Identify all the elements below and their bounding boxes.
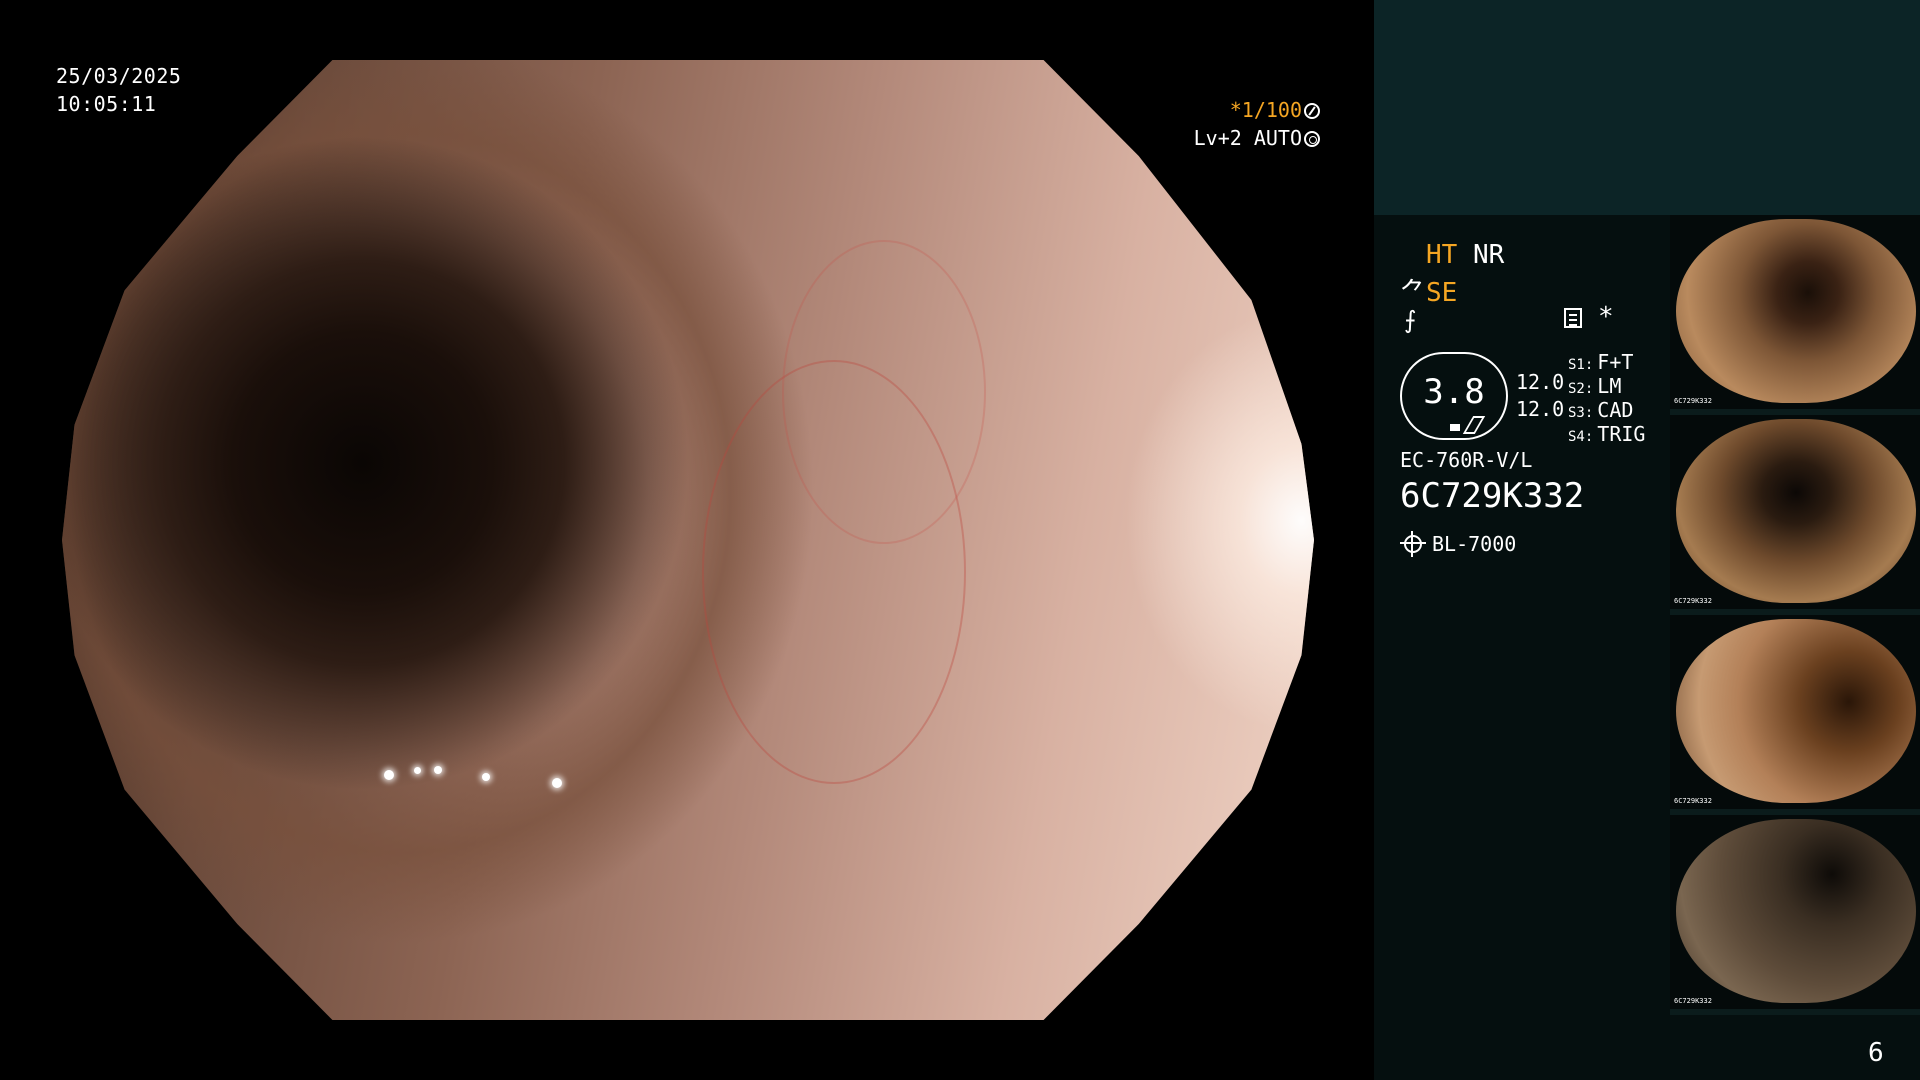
thumbnail[interactable]: 6C729K332 [1670,615,1920,815]
mode-ht-nr: HT NR [1426,240,1504,270]
thumbnail-label: 6C729K332 [1674,997,1712,1005]
scope-model: EC-760R-V/L [1400,448,1533,472]
timestamp: 25/03/2025 10:05:11 [56,62,181,118]
light-source-label: BL-7000 [1432,532,1517,556]
thumbnail-label: 6C729K332 [1674,797,1712,805]
captured-images: 6C729K332 6C729K332 6C729K332 6C729K332 [1670,215,1920,1015]
s-key: S3: [1568,405,1594,421]
date-text: 25/03/2025 [56,64,182,88]
thumbnail-image [1676,619,1916,803]
se-icon: ⺈ [1400,278,1427,308]
value-a: 12.0 [1516,370,1565,394]
light-icon [1400,531,1426,557]
page-number: 6 [1868,1038,1884,1068]
panel-header-area [1374,0,1920,215]
s-value: TRIG [1597,422,1646,446]
thumbnail[interactable]: 6C729K332 [1670,215,1920,415]
s-button-2: S2: LM [1568,374,1621,398]
zoom-gauge: 3.8 [1400,352,1508,440]
shutter-prefix: * [1229,98,1242,122]
focus-icon: ⨍ [1404,306,1417,334]
mode-se-label: SE [1426,278,1458,308]
iris-mode: AUTO [1253,126,1302,150]
s-key: S1: [1568,357,1594,373]
mode-ht: HT [1426,240,1458,270]
time-text: 10:05:11 [56,92,157,116]
menu-icon [1564,308,1582,328]
s-button-1: S1: F+T [1568,350,1633,374]
s-key: S4: [1568,429,1594,445]
endoscope-viewport: 25/03/2025 10:05:11 *1/100 Lv+2 AUTO [0,0,1374,1080]
scope-serial: 6C729K332 [1400,476,1585,516]
thumbnail-image [1676,219,1916,403]
asterisk-indicator: * [1598,302,1614,332]
thumbnail[interactable]: 6C729K332 [1670,815,1920,1015]
brightness-level: Lv+2 [1193,126,1242,150]
light-reflection [434,766,442,774]
shutter-row: *1/100 [1160,96,1320,124]
thumbnail-image [1676,819,1916,1003]
vessel-pattern [782,240,986,544]
tool-icon [1462,416,1486,434]
gauge-value: 3.8 [1423,372,1485,412]
light-reflection [384,770,394,780]
shutter-icon [1304,103,1320,119]
gauge-mark-icon [1450,424,1460,431]
light-source: BL-7000 [1400,531,1517,557]
thumbnail-label: 6C729K332 [1674,397,1712,405]
s-value: F+T [1597,350,1634,374]
exposure-status: *1/100 Lv+2 AUTO [1160,96,1320,152]
light-reflection [552,778,562,788]
s-value: LM [1597,374,1622,398]
thumbnail-label: 6C729K332 [1674,597,1712,605]
light-reflection [414,767,421,774]
s-key: S2: [1568,381,1594,397]
s-button-4: S4: TRIG [1568,422,1645,446]
iris-icon [1304,131,1320,147]
light-reflection [482,773,490,781]
s-button-3: S3: CAD [1568,398,1633,422]
mode-nr: NR [1472,240,1505,270]
endoscope-image [62,60,1314,1020]
value-b: 12.0 [1516,397,1565,421]
thumbnail[interactable]: 6C729K332 [1670,415,1920,615]
mode-se: ⺈SE [1400,272,1457,309]
shutter-speed: 1/100 [1241,98,1302,122]
s-value: CAD [1597,398,1634,422]
level-row: Lv+2 AUTO [1160,124,1320,152]
thumbnail-image [1676,419,1916,603]
